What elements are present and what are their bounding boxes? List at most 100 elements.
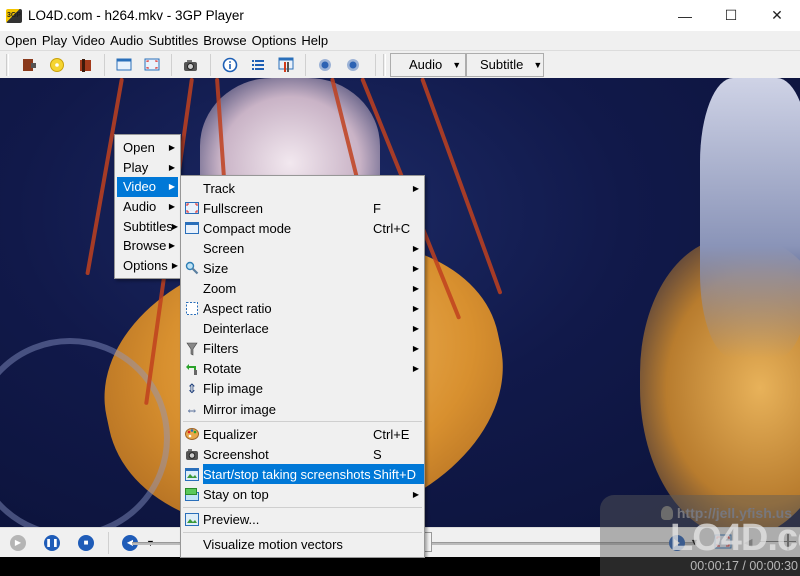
mute-icon[interactable]: ◀ xyxy=(744,536,752,549)
video-menu-filters[interactable]: Filters ▶ xyxy=(181,339,424,359)
video-menu-start-stop-screenshots[interactable]: Start/stop taking screenshots Shift+D xyxy=(185,464,424,485)
menu-subtitles[interactable]: Subtitles xyxy=(146,31,200,50)
menu-browse[interactable]: Browse xyxy=(201,31,248,50)
toolbar-separator xyxy=(210,53,211,76)
flip-icon: ⇕ xyxy=(186,380,198,396)
palette-icon xyxy=(185,427,199,441)
video-menu-compact-mode[interactable]: Compact mode Ctrl+C xyxy=(181,218,424,238)
video-menu-flip-image[interactable]: ⇕ Flip image xyxy=(181,379,424,399)
video-menu-visualize-motion-vectors[interactable]: Visualize motion vectors xyxy=(181,535,424,555)
minimize-icon: — xyxy=(678,7,692,24)
previous-icon xyxy=(319,58,331,71)
submenu-arrow-icon: ▶ xyxy=(168,162,175,172)
context-menu-browse[interactable]: Browse ▶ xyxy=(115,236,180,256)
toolbar-grip[interactable] xyxy=(6,53,9,76)
context-menu-play[interactable]: Play ▶ xyxy=(115,158,180,178)
funnel-icon xyxy=(185,342,199,356)
menu-help[interactable]: Help xyxy=(299,31,330,50)
submenu-arrow-icon: ▶ xyxy=(412,304,419,314)
volume-slider[interactable] xyxy=(760,534,796,552)
forward-dropdown-icon[interactable]: ▼ xyxy=(690,537,699,547)
video-menu-fullscreen[interactable]: Fullscreen F xyxy=(181,198,424,218)
screenshot-icon xyxy=(184,59,197,71)
menu-audio[interactable]: Audio xyxy=(108,31,145,50)
video-menu-zoom[interactable]: Zoom ▶ xyxy=(181,278,424,298)
fullscreen-icon xyxy=(714,534,732,549)
fullscreen-button[interactable] xyxy=(140,54,164,76)
jellyfish-right-crown xyxy=(700,78,800,358)
context-menu: Open ▶ Play ▶ Video ▶ Audio ▶ Subtitles ▶ Bro… xyxy=(114,134,181,280)
preferences-button[interactable] xyxy=(274,54,298,76)
menu-divider xyxy=(183,506,422,508)
menu-divider xyxy=(183,421,422,423)
video-menu-deinterlace[interactable]: Deinterlace ▶ xyxy=(181,319,424,339)
preview-icon xyxy=(185,513,199,527)
menu-play[interactable]: Play xyxy=(40,31,69,50)
forward-icon xyxy=(669,535,685,551)
video-menu-equalizer[interactable]: Equalizer Ctrl+E xyxy=(181,424,424,444)
minimize-button[interactable]: — xyxy=(662,0,708,31)
controlbar-separator xyxy=(108,531,109,554)
toolbar-grip[interactable] xyxy=(383,53,386,76)
pause-button[interactable]: ❚❚ xyxy=(44,534,60,551)
play-button[interactable]: ▶ xyxy=(10,534,26,551)
open-url-button[interactable] xyxy=(73,54,97,76)
context-menu-audio[interactable]: Audio ▶ xyxy=(115,197,180,217)
playlist-button[interactable] xyxy=(246,54,270,76)
video-menu-mirror-image[interactable]: ⇔ Mirror image xyxy=(181,399,424,419)
stop-icon: ■ xyxy=(83,538,89,547)
submenu-arrow-icon: ▶ xyxy=(412,489,419,499)
open-file-button[interactable] xyxy=(17,54,41,76)
open-file-icon xyxy=(23,58,36,71)
menu-video[interactable]: Video xyxy=(70,31,107,50)
close-button[interactable]: ✕ xyxy=(754,0,800,31)
video-menu-preview[interactable]: Preview... xyxy=(181,510,424,530)
shortcut: S xyxy=(373,446,382,462)
video-menu-screen[interactable]: Screen ▶ xyxy=(181,238,424,258)
title-bar: 3GP LO4D.com - h264.mkv - 3GP Player — ☐… xyxy=(0,0,800,31)
watermark-text: http://jell.yfish.us xyxy=(676,505,792,521)
video-menu-track[interactable]: Track ▶ xyxy=(181,178,424,198)
fullscreen-toggle-button[interactable] xyxy=(714,534,732,553)
rotate-icon xyxy=(185,362,199,376)
context-menu-video[interactable]: Video ▶ xyxy=(117,177,178,197)
chevron-down-icon: ▼ xyxy=(452,59,462,70)
submenu-arrow-icon: ▶ xyxy=(412,183,419,193)
fullscreen-icon xyxy=(185,201,199,215)
context-menu-options[interactable]: Options ▶ xyxy=(115,256,180,276)
camera-icon xyxy=(185,447,199,461)
submenu-arrow-icon: ▶ xyxy=(168,143,175,153)
shortcut: Ctrl+E xyxy=(373,426,410,442)
close-icon: ✕ xyxy=(771,7,783,23)
app-icon: 3GP xyxy=(6,8,22,23)
subtitle-dropdown-label: Subtitle xyxy=(480,57,524,72)
picture-icon xyxy=(185,467,199,481)
maximize-button[interactable]: ☐ xyxy=(708,0,754,31)
toolbar-separator xyxy=(375,53,376,76)
context-menu-subtitles[interactable]: Subtitles ▶ xyxy=(115,216,180,236)
menu-open[interactable]: Open xyxy=(3,31,39,50)
video-menu-screenshot[interactable]: Screenshot S xyxy=(181,444,424,464)
forward-button[interactable] xyxy=(668,534,686,555)
next-icon xyxy=(347,58,359,71)
next-button[interactable] xyxy=(341,54,365,76)
video-menu-stay-on-top[interactable]: Stay on top ▶ xyxy=(181,484,424,504)
info-icon xyxy=(222,57,238,72)
submenu-arrow-icon: ▶ xyxy=(412,243,419,253)
context-menu-open[interactable]: Open ▶ xyxy=(115,138,180,158)
previous-button[interactable] xyxy=(313,54,337,76)
compact-mode-icon xyxy=(185,221,199,235)
video-menu-size[interactable]: Size ▶ xyxy=(181,258,424,278)
compact-mode-button[interactable] xyxy=(112,54,136,76)
open-disc-button[interactable] xyxy=(45,54,69,76)
subtitle-track-dropdown[interactable]: Subtitle ▼ xyxy=(466,52,544,77)
video-menu-aspect-ratio[interactable]: Aspect ratio ▶ xyxy=(181,299,424,319)
screenshot-button[interactable] xyxy=(179,54,203,76)
submenu-arrow-icon: ▶ xyxy=(412,364,419,374)
menu-options[interactable]: Options xyxy=(250,31,299,50)
info-button[interactable] xyxy=(218,54,242,76)
submenu-arrow-icon: ▶ xyxy=(171,221,178,231)
audio-track-dropdown[interactable]: Audio ▼ xyxy=(390,52,466,77)
video-menu-rotate[interactable]: Rotate ▶ xyxy=(181,359,424,379)
stop-button[interactable]: ■ xyxy=(78,534,94,551)
